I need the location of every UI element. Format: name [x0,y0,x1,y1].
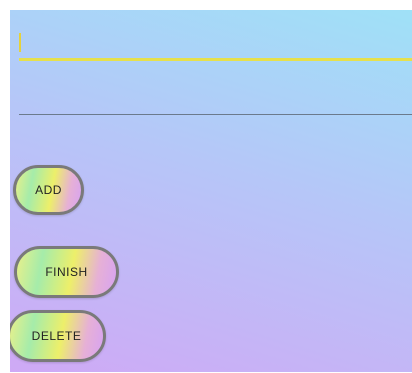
add-button[interactable]: ADD [13,165,84,215]
app-screen: ADD FINISH DELETE [10,10,412,372]
finish-button[interactable]: FINISH [14,246,119,298]
first-text-input[interactable] [19,28,412,61]
delete-button[interactable]: DELETE [10,310,106,362]
delete-button-label: DELETE [31,329,82,343]
second-text-input[interactable] [19,90,412,115]
add-button-label: ADD [35,183,62,197]
finish-button-label: FINISH [45,265,88,279]
text-cursor [19,33,21,52]
